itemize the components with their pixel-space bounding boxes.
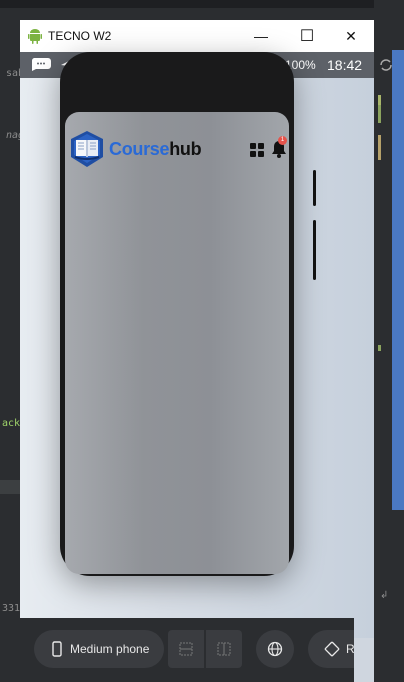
phone-icon xyxy=(52,641,62,657)
gutter-mark xyxy=(378,95,381,105)
ide-code-fragment: 331 xyxy=(2,603,21,614)
notification-badge: 1 xyxy=(278,136,287,145)
grid-menu-icon[interactable] xyxy=(250,143,264,157)
android-icon xyxy=(28,29,42,44)
fold-layout-button[interactable] xyxy=(168,630,204,668)
maximize-button[interactable]: ☐ xyxy=(284,20,330,52)
volume-button[interactable] xyxy=(313,170,316,206)
rotate-button[interactable]: Rotat xyxy=(308,630,354,668)
minimize-button[interactable]: — xyxy=(238,20,284,52)
ide-bottom-bar xyxy=(0,480,20,494)
close-button[interactable]: ✕ xyxy=(328,20,374,52)
window-titlebar: TECNO W2 — ☐ ✕ xyxy=(20,20,374,52)
device-selector-button[interactable]: Medium phone xyxy=(34,630,164,668)
message-icon xyxy=(31,58,51,71)
gutter-mark xyxy=(378,105,381,123)
rotate-label: Rotat xyxy=(346,642,354,656)
gutter-mark xyxy=(378,135,381,160)
ide-collapse-icon[interactable]: ↲ xyxy=(380,590,388,601)
app-header: Coursehub 1 xyxy=(65,126,289,167)
rotate-icon xyxy=(324,641,340,657)
gutter-mark xyxy=(378,345,381,351)
ide-code-fragment: ack xyxy=(2,418,21,429)
ide-top-strip xyxy=(0,0,404,8)
ide-editor-accent xyxy=(392,50,404,510)
window-title: TECNO W2 xyxy=(48,29,112,43)
layout-grid-icon xyxy=(179,642,193,656)
sync-icon xyxy=(380,59,392,71)
app-screen: Coursehub 1 xyxy=(65,112,289,574)
app-brand: Coursehub xyxy=(109,139,202,160)
power-button[interactable] xyxy=(313,220,316,280)
device-selector-label: Medium phone xyxy=(70,642,150,656)
brand-part-course: Course xyxy=(109,139,170,159)
book-logo-icon xyxy=(71,131,103,167)
split-layout-button[interactable] xyxy=(206,630,242,668)
globe-icon xyxy=(267,641,283,657)
brand-part-hub: hub xyxy=(169,139,202,159)
status-time: 18:42 xyxy=(327,57,363,73)
language-button[interactable] xyxy=(256,630,294,668)
emulator-toolbar: Medium phone Rotat xyxy=(0,618,354,682)
layout-split-icon xyxy=(217,642,231,656)
